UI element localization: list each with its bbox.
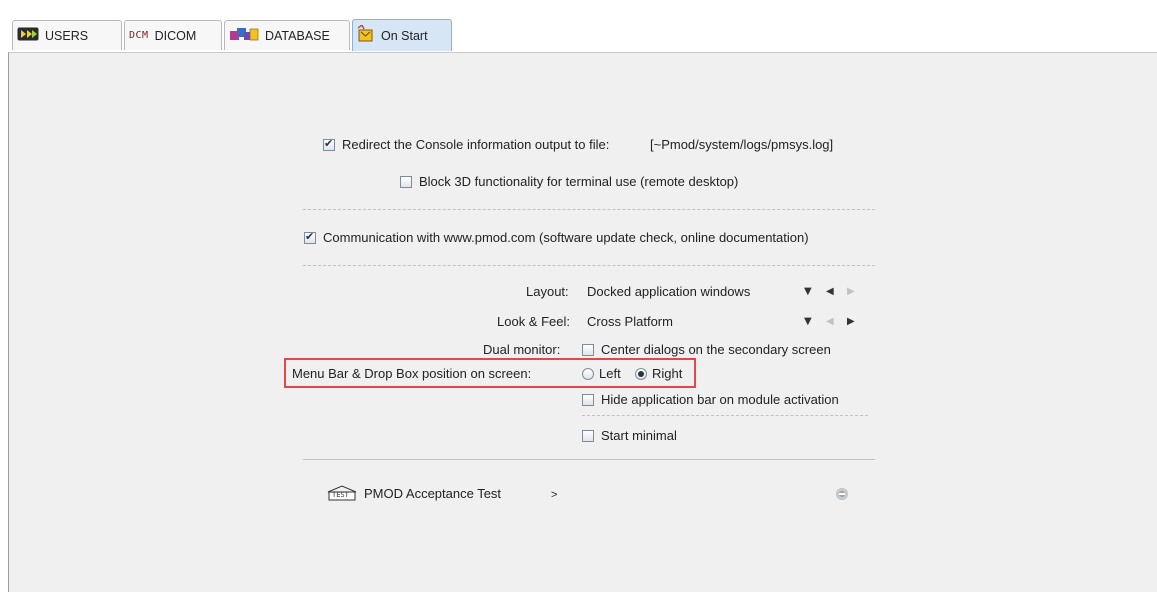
acceptance-test-label[interactable]: PMOD Acceptance Test [364, 486, 501, 501]
center-dialogs-checkbox[interactable] [582, 344, 594, 356]
separator [582, 415, 868, 416]
start-minimal-label: Start minimal [601, 428, 677, 443]
layout-prev-icon[interactable]: ◀ [826, 286, 834, 297]
database-icon [229, 26, 259, 45]
on-start-icon [357, 23, 375, 46]
acceptance-status-icon[interactable] [836, 488, 848, 500]
tab-users[interactable]: USERS [12, 20, 122, 50]
menu-bar-position-label: Menu Bar & Drop Box position on screen: [292, 366, 532, 381]
separator [303, 209, 875, 210]
tab-dicom-label: DICOM [154, 28, 197, 43]
block-3d-label: Block 3D functionality for terminal use … [419, 174, 739, 189]
on-start-panel: Redirect the Console information output … [8, 52, 1157, 592]
tab-on-start-label: On Start [381, 28, 428, 43]
acceptance-test-icon: TEST [326, 485, 358, 504]
hide-app-bar-checkbox[interactable] [582, 394, 594, 406]
redirect-console-checkbox[interactable] [323, 137, 335, 151]
look-feel-dropdown-icon[interactable]: ▼ [804, 316, 812, 327]
look-feel-value[interactable]: Cross Platform [587, 314, 673, 329]
hide-app-bar-label: Hide application bar on module activatio… [601, 392, 839, 407]
tab-on-start[interactable]: On Start [352, 19, 452, 51]
tab-dicom[interactable]: DCM DICOM [124, 20, 222, 50]
tab-database-label: DATABASE [265, 28, 330, 43]
acceptance-icon-text: TEST [332, 491, 349, 499]
menu-bar-right-radio[interactable] [635, 368, 647, 380]
tab-database[interactable]: DATABASE [224, 20, 350, 50]
layout-next-icon[interactable]: ▶ [847, 286, 855, 297]
dcm-icon: DCM [129, 30, 149, 41]
tab-users-label: USERS [45, 28, 89, 43]
center-dialogs-label: Center dialogs on the secondary screen [601, 342, 831, 357]
start-minimal-checkbox[interactable] [582, 430, 594, 442]
look-feel-label: Look & Feel: [497, 314, 570, 329]
dual-monitor-label: Dual monitor: [483, 342, 561, 357]
redirect-console-label: Redirect the Console information output … [342, 137, 610, 152]
block-3d-checkbox[interactable] [400, 176, 412, 188]
communication-label: Communication with www.pmod.com (softwar… [323, 230, 809, 245]
menu-bar-left-radio[interactable] [582, 368, 594, 380]
menu-bar-right-label: Right [652, 366, 683, 381]
layout-label: Layout: [526, 284, 569, 299]
look-feel-prev-icon[interactable]: ◀ [826, 316, 834, 327]
layout-value[interactable]: Docked application windows [587, 284, 750, 299]
communication-checkbox[interactable] [304, 230, 316, 244]
console-log-path: [~Pmod/system/logs/pmsys.log] [650, 137, 834, 152]
menu-bar-left-label: Left [599, 366, 621, 381]
separator [303, 459, 875, 460]
separator [303, 265, 875, 266]
users-icon [17, 27, 39, 44]
layout-dropdown-icon[interactable]: ▼ [804, 286, 812, 297]
look-feel-next-icon[interactable]: ▶ [847, 316, 855, 327]
acceptance-chevron-icon[interactable]: > [551, 489, 557, 501]
